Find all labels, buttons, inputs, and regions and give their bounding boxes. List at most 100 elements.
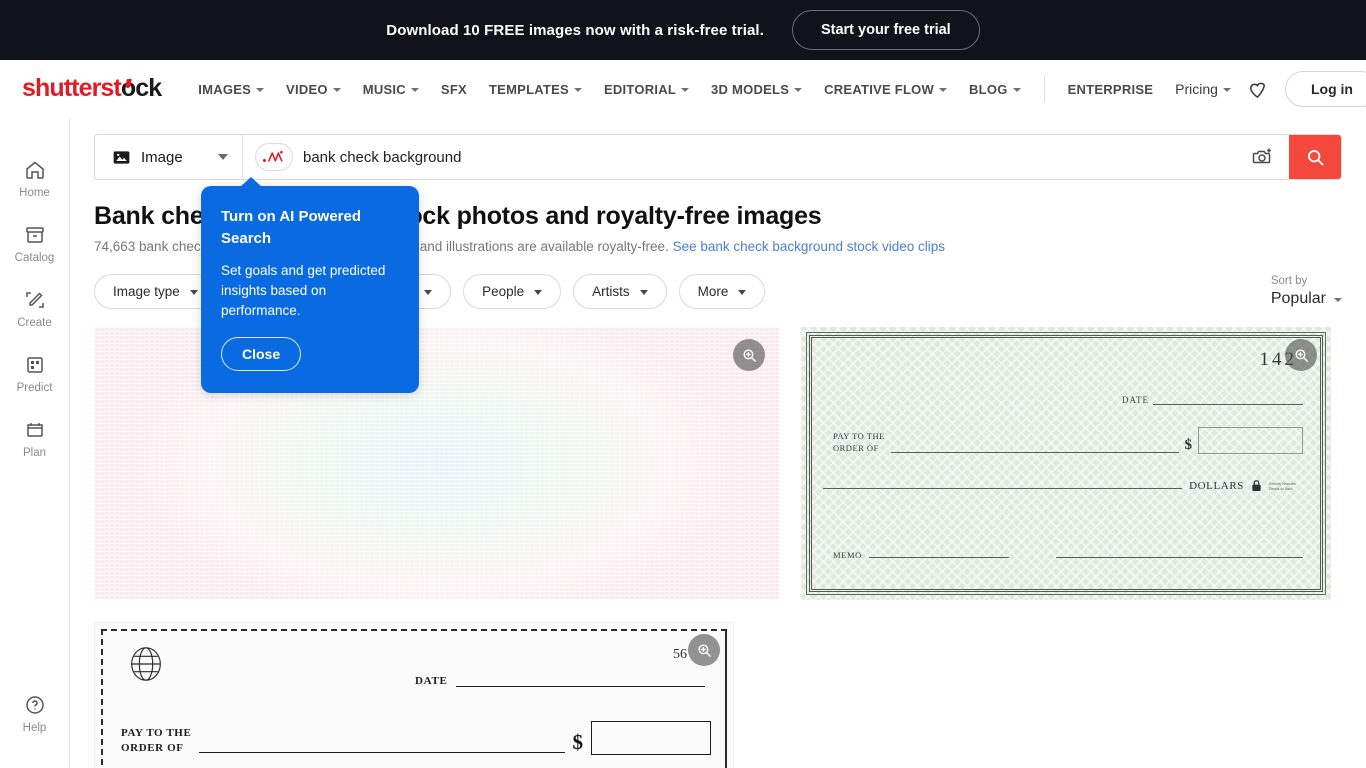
nav-item-enterprise[interactable]: ENTERPRISE — [1057, 76, 1165, 103]
white-check-image: 56 DATE PAY TO THE ORDER OF $ — [94, 622, 734, 768]
top-navigation: shutterstock IMAGES VIDEO MUSIC SFX TEMP… — [0, 60, 1366, 118]
filter-more[interactable]: More — [678, 274, 766, 309]
chevron-down-icon — [738, 289, 747, 295]
sidebar-item-home[interactable]: Home — [0, 146, 70, 211]
sidebar-item-catalog[interactable]: Catalog — [0, 211, 70, 276]
nav-item-3d-models[interactable]: 3D MODELS — [700, 76, 813, 103]
result-card-guilloche[interactable] — [94, 327, 779, 600]
nav-item-images[interactable]: IMAGES — [187, 76, 275, 103]
plan-icon — [26, 423, 43, 437]
nav-label: VIDEO — [286, 81, 328, 97]
sidebar-label: Plan — [22, 447, 47, 459]
nav-item-creative-flow[interactable]: CREATIVE FLOW — [813, 76, 958, 103]
nav-item-sfx[interactable]: SFX — [430, 76, 478, 103]
pay-line-1: PAY TO THE — [121, 727, 192, 740]
sidebar-item-create[interactable]: Create — [0, 276, 70, 341]
promo-banner: Download 10 FREE images now with a risk-… — [0, 0, 1366, 60]
login-button[interactable]: Log in — [1284, 71, 1366, 107]
nav-label: EDITORIAL — [603, 81, 677, 97]
create-icon — [25, 292, 44, 308]
date-label: DATE — [1122, 395, 1149, 405]
nav-label: Pricing — [1175, 81, 1218, 97]
tooltip-title: Turn on AI Powered Search — [221, 208, 362, 247]
chevron-down-icon — [410, 87, 419, 92]
sort-value-label: Popular — [1270, 290, 1326, 307]
dollars-label: DOLLARS — [1189, 480, 1244, 492]
security-note: Security Features Details on Back — [1269, 481, 1296, 491]
nav-item-video[interactable]: VIDEO — [275, 76, 352, 103]
main-content: Image bank check background Bank check b… — [70, 118, 1366, 768]
chevron-down-icon — [189, 289, 198, 295]
amount-words-rule — [823, 488, 1183, 489]
nav-item-blog[interactable]: BLOG — [958, 76, 1032, 103]
favorites-heart-icon[interactable] — [1242, 74, 1273, 105]
sidebar-item-predict[interactable]: Predict — [0, 341, 70, 406]
help-icon — [25, 696, 44, 714]
sidebar-label: Create — [17, 317, 52, 329]
image-icon — [113, 150, 130, 164]
filter-people[interactable]: People — [463, 274, 562, 309]
result-card-green-check[interactable]: 142 DATE PAY TO THE ORDER OF $ DOLLARS S… — [801, 327, 1331, 600]
check-payee-field: PAY TO THE ORDER OF $ — [121, 721, 711, 755]
logo-text-red: shutterst — [22, 73, 122, 102]
nav-item-editorial[interactable]: EDITORIAL — [593, 76, 700, 103]
sort-control: Sort by Popular — [1271, 275, 1342, 308]
asset-type-dropdown[interactable]: Image — [95, 135, 243, 179]
zoom-in-icon[interactable] — [733, 339, 765, 371]
visual-search-button[interactable] — [1237, 135, 1289, 179]
date-label: DATE — [415, 675, 448, 687]
check-date-field: DATE — [415, 675, 705, 687]
globe-icon — [125, 643, 167, 690]
nav-menu: IMAGES VIDEO MUSIC SFX TEMPLATES EDITORI… — [187, 75, 1242, 103]
payee-rule — [199, 752, 565, 753]
dollar-sign: $ — [1184, 437, 1193, 453]
sidebar-item-help[interactable]: Help — [0, 681, 70, 768]
video-clips-link[interactable]: See bank check background stock video cl… — [673, 239, 945, 254]
ai-search-tooltip: Turn on AI Powered Search Set goals and … — [201, 176, 419, 394]
chevron-down-icon — [573, 87, 582, 92]
nav-label: IMAGES — [198, 81, 252, 97]
chevron-down-icon — [256, 87, 265, 92]
filter-label: Image type — [113, 284, 180, 299]
sort-by-label: Sort by — [1270, 275, 1308, 287]
sort-dropdown[interactable]: Popular — [1271, 290, 1342, 308]
sidebar-label: Predict — [16, 382, 53, 394]
date-rule — [1153, 404, 1303, 405]
memo-rule — [868, 557, 1009, 558]
nav-item-templates[interactable]: TEMPLATES — [478, 76, 593, 103]
zoom-in-icon[interactable] — [1285, 339, 1317, 371]
chevron-down-icon — [681, 87, 690, 92]
zoom-in-icon[interactable] — [688, 634, 720, 666]
start-free-trial-button[interactable]: Start your free trial — [791, 10, 980, 50]
nav-label: TEMPLATES — [488, 81, 569, 97]
amount-box — [1198, 427, 1303, 454]
tooltip-close-button[interactable]: Close — [221, 337, 302, 372]
sidebar-label: Home — [19, 187, 50, 199]
search-input[interactable] — [303, 135, 1237, 179]
chevron-down-icon — [1334, 297, 1342, 302]
ai-search-toggle[interactable] — [255, 143, 293, 171]
memo-label: MEMO — [833, 550, 862, 560]
nav-actions: Log in Free t — [1242, 71, 1366, 107]
nav-label: MUSIC — [362, 81, 406, 97]
check-memo-field: MEMO — [833, 550, 1303, 560]
shutterstock-logo[interactable]: shutterstock — [22, 73, 162, 103]
catalog-icon — [25, 227, 44, 243]
filter-artists[interactable]: Artists — [573, 274, 667, 309]
chevron-down-icon — [1012, 87, 1021, 92]
nav-item-pricing[interactable]: Pricing — [1164, 75, 1242, 103]
check-number: 56 — [673, 647, 687, 662]
result-card-white-check[interactable]: 56 DATE PAY TO THE ORDER OF $ — [94, 622, 734, 768]
nav-item-music[interactable]: MUSIC — [352, 76, 430, 103]
amount-box — [591, 721, 711, 755]
search-submit-button[interactable] — [1289, 135, 1341, 179]
date-rule — [455, 686, 705, 687]
payee-rule — [890, 452, 1179, 453]
sidebar-item-plan[interactable]: Plan — [0, 406, 70, 471]
results-grid: 142 DATE PAY TO THE ORDER OF $ DOLLARS S… — [94, 327, 1342, 768]
check-amount-words-field: DOLLARS Security Features Details on Bac… — [823, 479, 1303, 492]
filter-image-type[interactable]: Image type — [94, 274, 217, 309]
chevron-down-icon — [639, 289, 648, 295]
guilloche-image — [94, 327, 779, 600]
search-icon — [1307, 149, 1323, 165]
